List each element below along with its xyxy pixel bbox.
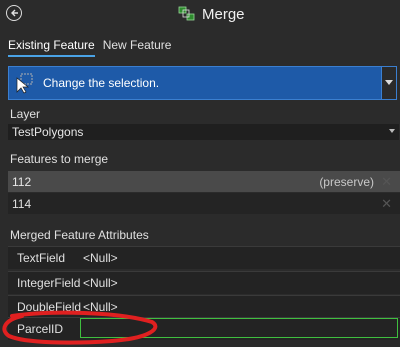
- annotation-circle: [2, 310, 158, 345]
- chevron-down-icon: [389, 129, 395, 133]
- feature-row[interactable]: 114 ✕: [8, 193, 400, 214]
- feature-row[interactable]: 112 (preserve) ✕: [8, 171, 400, 192]
- merge-icon: [178, 6, 195, 21]
- arrow-left-icon: [11, 9, 18, 17]
- merged-attributes-label: Merged Feature Attributes: [10, 228, 149, 242]
- back-button[interactable]: [6, 5, 22, 21]
- tab-bar: Existing Feature New Feature: [8, 38, 171, 57]
- remove-icon[interactable]: ✕: [381, 196, 392, 212]
- page-title: Merge: [202, 5, 245, 23]
- tab-existing-feature[interactable]: Existing Feature: [8, 38, 95, 57]
- title-bar: Merge: [178, 4, 245, 24]
- chevron-down-icon: [385, 80, 393, 85]
- select-cursor-icon: [9, 67, 39, 99]
- feature-id: 112: [12, 174, 32, 189]
- preserve-label: (preserve): [319, 174, 374, 189]
- attribute-name: TextField: [17, 251, 66, 265]
- tab-new-feature[interactable]: New Feature: [103, 38, 172, 57]
- layer-select[interactable]: TestPolygons: [8, 124, 399, 140]
- attribute-value[interactable]: <Null>: [79, 276, 118, 290]
- layer-label: Layer: [10, 107, 41, 121]
- feature-id: 114: [12, 196, 32, 211]
- selection-tool-dropdown[interactable]: Change the selection.: [8, 66, 397, 100]
- features-to-merge-label: Features to merge: [10, 152, 109, 166]
- attribute-row: IntegerField <Null>: [8, 271, 400, 294]
- remove-icon[interactable]: ✕: [381, 174, 392, 190]
- tool-dropdown-button[interactable]: [381, 67, 396, 99]
- attribute-name: IntegerField: [17, 276, 81, 290]
- layer-select-value: TestPolygons: [12, 125, 84, 139]
- tool-label: Change the selection.: [43, 76, 160, 90]
- attribute-row: TextField <Null>: [8, 246, 400, 269]
- attribute-value[interactable]: <Null>: [79, 251, 118, 265]
